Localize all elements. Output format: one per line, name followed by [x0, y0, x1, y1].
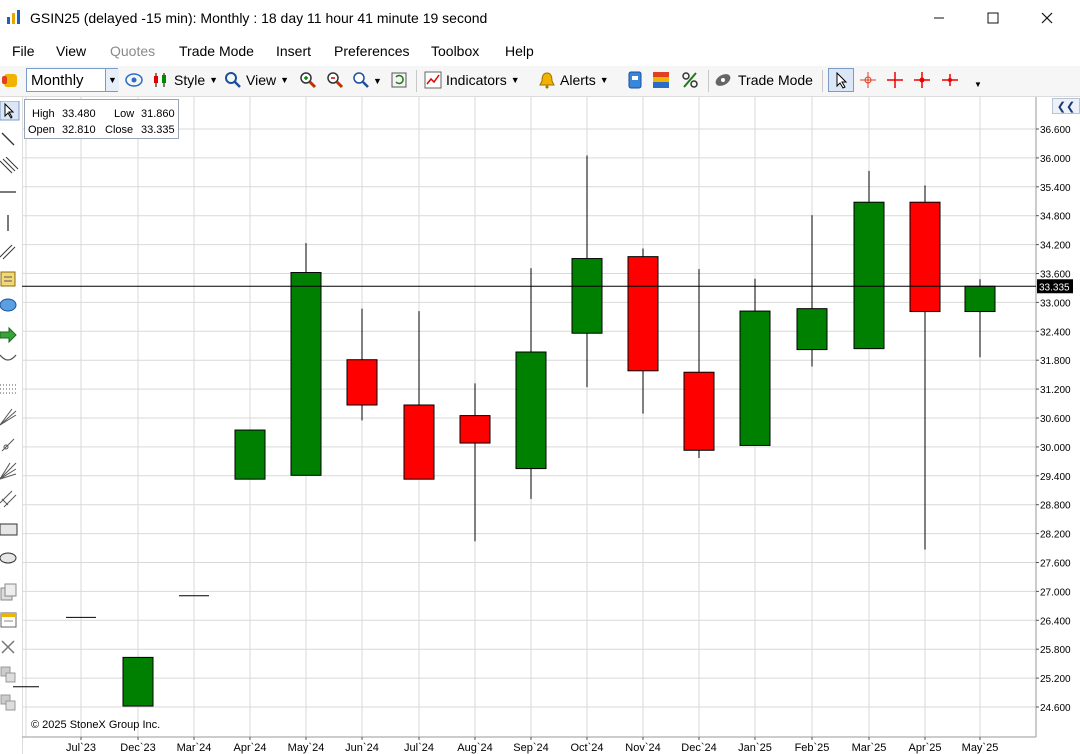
price-tick-label: 36.600: [1040, 125, 1071, 136]
price-tick-label: 34.200: [1040, 241, 1071, 252]
candle-body: [459, 415, 491, 444]
candles-layer: [13, 155, 996, 707]
time-tick-label: Jul`24: [404, 742, 434, 754]
time-tick-label: Sep`24: [513, 742, 548, 754]
candle-body: [853, 201, 885, 350]
price-tick-label: 33.000: [1040, 298, 1071, 309]
candle-body: [627, 256, 659, 372]
time-tick-label: May`24: [288, 742, 325, 754]
candle-body: [346, 359, 378, 406]
time-tick-label: Jan`25: [738, 742, 772, 754]
scroll-left-icon[interactable]: ❮❮: [1052, 98, 1080, 114]
time-tick-label: Dec`24: [681, 742, 716, 754]
price-tick-label: 31.800: [1040, 356, 1071, 367]
time-tick-label: Mar`24: [177, 742, 212, 754]
high-value: 33.480: [62, 108, 96, 120]
price-tick-label: 32.400: [1040, 327, 1071, 338]
price-tick-label: 35.400: [1040, 183, 1071, 194]
price-tick-label: 26.400: [1040, 616, 1071, 627]
high-label: High: [32, 108, 55, 120]
time-tick-label: Apr`25: [908, 742, 941, 754]
low-label: Low: [114, 108, 135, 120]
candle-body: [909, 201, 941, 313]
candle-body: [796, 308, 828, 351]
price-tick-label: 27.000: [1040, 587, 1071, 598]
price-axis: 36.600 36.000 35.400 34.800 34.200 33.600 33.0…: [1036, 97, 1080, 737]
candle-body: [683, 371, 715, 451]
open-label: Open: [28, 124, 55, 136]
time-tick-label: Nov`24: [625, 742, 660, 754]
time-tick-label: May`25: [962, 742, 999, 754]
price-tick-label: 34.800: [1040, 212, 1071, 223]
close-label: Close: [105, 124, 134, 136]
time-tick-label: Apr`24: [233, 742, 266, 754]
price-tick-label: 33.600: [1040, 270, 1071, 281]
candle-body: [515, 351, 547, 470]
price-tick-label: 31.200: [1040, 385, 1071, 396]
price-tick-label: 30.000: [1040, 443, 1071, 454]
price-tick-label: 28.200: [1040, 530, 1071, 541]
time-tick-label: Jul`23: [66, 742, 96, 754]
price-tick-label: 36.000: [1040, 154, 1071, 165]
price-tick-label: 25.200: [1040, 674, 1071, 685]
time-tick-label: Aug`24: [457, 742, 492, 754]
price-tick-label: 25.800: [1040, 645, 1071, 656]
price-tick-label: 24.600: [1040, 703, 1071, 714]
candle-body: [122, 656, 154, 707]
price-tick-label: 28.800: [1040, 501, 1071, 512]
candle-body: [571, 258, 603, 334]
time-tick-label: Feb`25: [795, 742, 830, 754]
last-price-label: 33.335: [1039, 282, 1070, 293]
time-tick-label: Mar`25: [852, 742, 887, 754]
open-value: 32.810: [62, 124, 96, 136]
candle-body: [739, 310, 771, 446]
copyright-text: © 2025 StoneX Group Inc.: [31, 719, 161, 731]
low-value: 31.860: [141, 108, 175, 120]
candle-body: [964, 285, 996, 313]
time-tick-label: Oct`24: [570, 742, 603, 754]
price-tick-label: 29.400: [1040, 472, 1071, 483]
time-tick-label: Jun`24: [345, 742, 379, 754]
ohlc-info-box: High 33.480 Low 31.860 Open 32.810 Close…: [24, 99, 179, 139]
close-value: 33.335: [141, 124, 175, 136]
candle-body: [234, 429, 266, 480]
candle-body: [403, 404, 435, 480]
time-axis: Jul`23 Dec`23 Mar`24 Apr`24 May`24 Jun`24 Jul`…: [66, 737, 998, 754]
price-tick-label: 27.600: [1040, 559, 1071, 570]
price-tick-label: 30.600: [1040, 414, 1071, 425]
candle-body: [290, 272, 322, 476]
time-tick-label: Dec`23: [120, 742, 155, 754]
